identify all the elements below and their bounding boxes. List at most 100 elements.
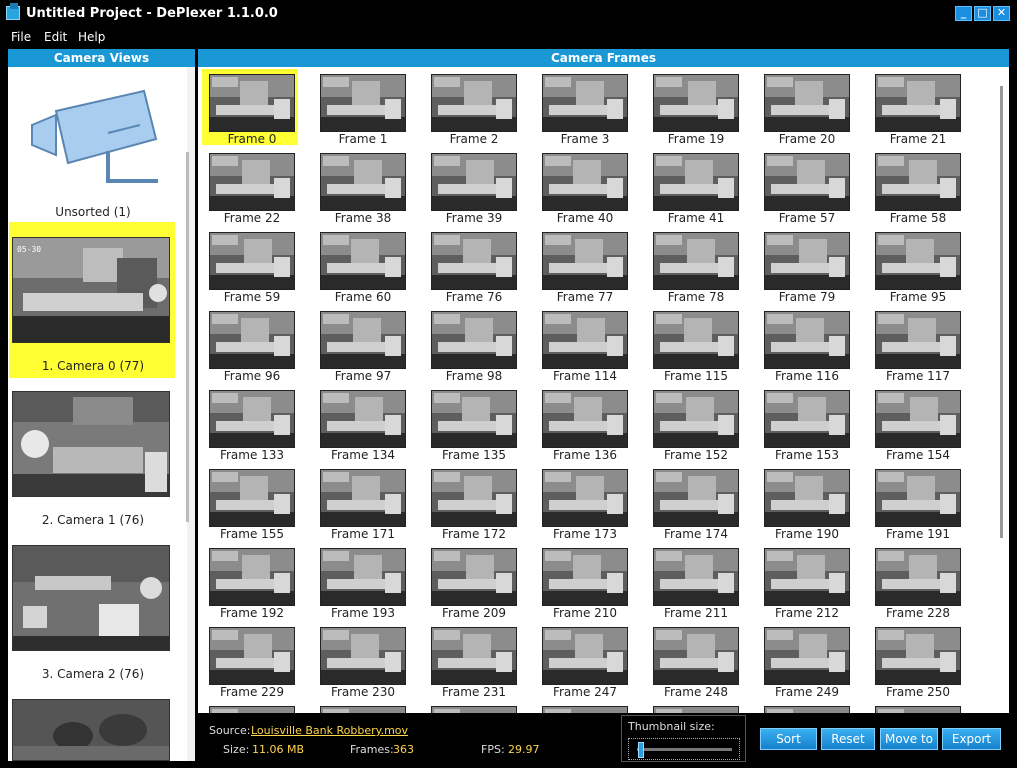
frame-item[interactable]: Frame 171: [315, 465, 413, 541]
frame-thumbnail[interactable]: [542, 548, 628, 606]
frame-item[interactable]: Frame 190: [759, 465, 857, 541]
frame-thumbnail[interactable]: [209, 232, 295, 290]
frame-thumbnail[interactable]: [764, 706, 850, 713]
menu-help[interactable]: Help: [78, 30, 105, 44]
frame-item[interactable]: Frame 135: [426, 386, 524, 462]
frame-thumbnail[interactable]: [209, 706, 295, 713]
frame-thumbnail[interactable]: [542, 390, 628, 448]
frame-thumbnail[interactable]: [875, 548, 961, 606]
frame-thumbnail[interactable]: [764, 311, 850, 369]
camera-1-thumbnail[interactable]: [12, 391, 170, 497]
frame-item[interactable]: Frame 1: [315, 70, 413, 146]
frame-thumbnail[interactable]: [209, 627, 295, 685]
frame-thumbnail[interactable]: [875, 232, 961, 290]
frame-thumbnail[interactable]: [320, 311, 406, 369]
frame-item[interactable]: Frame 39: [426, 149, 524, 225]
frame-item[interactable]: Frame 114: [537, 307, 635, 383]
frame-item[interactable]: Frame 247: [537, 623, 635, 699]
frame-thumbnail[interactable]: [431, 548, 517, 606]
frame-item[interactable]: Frame 211: [648, 544, 746, 620]
frame-thumbnail[interactable]: [875, 153, 961, 211]
frame-thumbnail[interactable]: [320, 390, 406, 448]
frame-item[interactable]: Frame 154: [870, 386, 968, 462]
maximize-button[interactable]: □: [974, 6, 991, 21]
frame-thumbnail[interactable]: [320, 627, 406, 685]
frame-thumbnail[interactable]: [209, 390, 295, 448]
frame-item[interactable]: Frame 22: [204, 149, 302, 225]
frame-thumbnail[interactable]: [875, 627, 961, 685]
menu-file[interactable]: File: [11, 30, 31, 44]
frame-thumbnail[interactable]: [320, 706, 406, 713]
frame-item[interactable]: Frame 210: [537, 544, 635, 620]
frame-item[interactable]: Frame 38: [315, 149, 413, 225]
frame-item[interactable]: Frame 155: [204, 465, 302, 541]
frame-item[interactable]: Frame 79: [759, 228, 857, 304]
frame-item[interactable]: Frame 78: [648, 228, 746, 304]
frame-thumbnail[interactable]: [875, 74, 961, 132]
frame-thumbnail[interactable]: [653, 548, 739, 606]
frame-thumbnail[interactable]: [764, 232, 850, 290]
frame-item[interactable]: Frame 173: [537, 465, 635, 541]
frame-item[interactable]: Frame 98: [426, 307, 524, 383]
frame-item[interactable]: Frame 19: [648, 70, 746, 146]
frame-thumbnail[interactable]: [653, 706, 739, 713]
frame-thumbnail[interactable]: [875, 390, 961, 448]
camera-0-thumbnail[interactable]: 05-30: [12, 237, 170, 343]
sort-button[interactable]: Sort: [760, 728, 817, 750]
frame-thumbnail[interactable]: [542, 469, 628, 527]
export-button[interactable]: Export: [942, 728, 1001, 750]
frame-thumbnail[interactable]: [431, 706, 517, 713]
frame-item[interactable]: Frame 96: [204, 307, 302, 383]
frame-item[interactable]: Frame 172: [426, 465, 524, 541]
frame-thumbnail[interactable]: [653, 74, 739, 132]
frame-thumbnail[interactable]: [542, 311, 628, 369]
frame-thumbnail[interactable]: [764, 548, 850, 606]
frame-thumbnail[interactable]: [209, 311, 295, 369]
frame-thumbnail[interactable]: [431, 627, 517, 685]
frame-item[interactable]: Frame 191: [870, 465, 968, 541]
frame-thumbnail[interactable]: [764, 469, 850, 527]
frame-item[interactable]: Frame 228: [870, 544, 968, 620]
frame-item[interactable]: Frame 57: [759, 149, 857, 225]
frame-thumbnail[interactable]: [209, 153, 295, 211]
frame-thumbnail[interactable]: [209, 548, 295, 606]
frame-thumbnail[interactable]: [542, 706, 628, 713]
frame-thumbnail[interactable]: [653, 153, 739, 211]
frame-item[interactable]: Frame 3: [537, 70, 635, 146]
frame-item[interactable]: Frame 250: [870, 623, 968, 699]
frame-thumbnail[interactable]: [653, 469, 739, 527]
frame-item[interactable]: Frame 77: [537, 228, 635, 304]
frame-item[interactable]: Frame 116: [759, 307, 857, 383]
frame-item[interactable]: Frame 2: [426, 70, 524, 146]
frame-thumbnail[interactable]: [542, 74, 628, 132]
frame-thumbnail[interactable]: [764, 390, 850, 448]
camera-unsorted-label[interactable]: Unsorted (1): [8, 205, 178, 219]
thumbnail-size-slider[interactable]: [628, 738, 740, 760]
frame-item[interactable]: Frame 115: [648, 307, 746, 383]
reset-button[interactable]: Reset: [821, 728, 875, 750]
frame-thumbnail[interactable]: [431, 469, 517, 527]
frame-thumbnail[interactable]: [320, 232, 406, 290]
slider-knob[interactable]: [638, 742, 644, 758]
frame-thumbnail[interactable]: [875, 469, 961, 527]
frame-item[interactable]: Frame 152: [648, 386, 746, 462]
frame-thumbnail[interactable]: [542, 232, 628, 290]
frame-item[interactable]: Frame 0: [202, 69, 302, 146]
frame-item[interactable]: Frame 136: [537, 386, 635, 462]
frame-thumbnail[interactable]: [320, 153, 406, 211]
frame-thumbnail[interactable]: [431, 390, 517, 448]
security-camera-icon[interactable]: [26, 89, 166, 189]
frame-item[interactable]: Frame 193: [315, 544, 413, 620]
frame-thumbnail[interactable]: [431, 74, 517, 132]
frame-item[interactable]: Frame 95: [870, 228, 968, 304]
frame-thumbnail[interactable]: [320, 469, 406, 527]
frame-thumbnail[interactable]: [209, 74, 295, 132]
camera-views-scroll-thumb[interactable]: [186, 152, 189, 522]
frame-item[interactable]: Frame 117: [870, 307, 968, 383]
frame-thumbnail[interactable]: [320, 74, 406, 132]
frame-item[interactable]: Frame 153: [759, 386, 857, 462]
frame-item[interactable]: Frame 174: [648, 465, 746, 541]
frame-thumbnail[interactable]: [431, 232, 517, 290]
frame-thumbnail[interactable]: [653, 390, 739, 448]
frame-item[interactable]: Frame 209: [426, 544, 524, 620]
